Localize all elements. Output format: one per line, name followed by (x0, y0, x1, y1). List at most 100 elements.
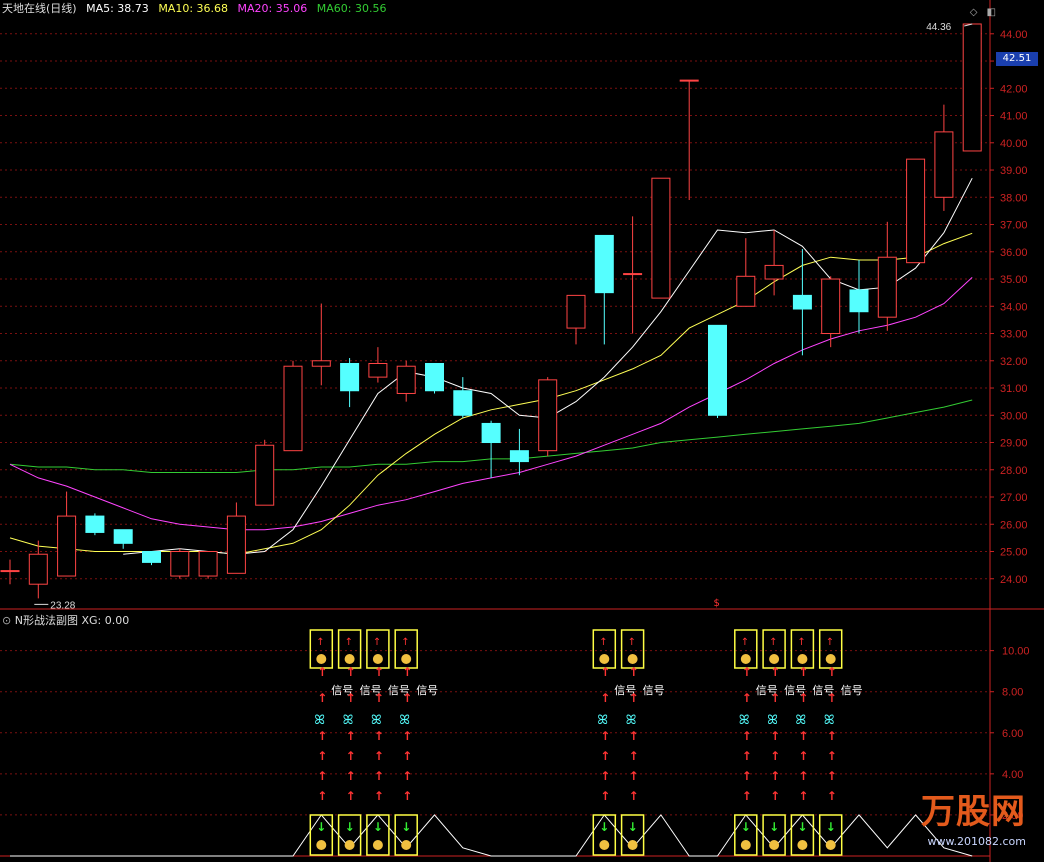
up-arrow-icon: ↑ (317, 789, 327, 803)
up-arrow-icon: ↑ (770, 769, 780, 783)
up-arrow-icon: ↑ (798, 769, 808, 783)
up-arrow-icon: ↑ (600, 729, 610, 743)
up-arrow-icon: ↑ (770, 729, 780, 743)
candle-body (396, 365, 416, 394)
up-arrow-icon: ↑ (629, 665, 639, 679)
money-bag-icon (372, 840, 383, 850)
candle-body (340, 362, 360, 392)
up-arrow-icon: ↑ (770, 749, 780, 763)
up-arrow-icon: ↑ (741, 637, 749, 648)
diamond-icon[interactable]: ◇ (970, 7, 978, 18)
down-arrow-icon: ↓ (373, 820, 383, 834)
up-arrow-icon: ↑ (629, 769, 639, 783)
candle-body (821, 278, 841, 335)
signal-column: ↑↑↑↑↑↑↑ꕤ信号↓ (394, 629, 438, 856)
candlestick (57, 491, 77, 577)
xg-value: XG: 0.00 (81, 614, 130, 627)
up-arrow-icon: ↑ (600, 749, 610, 763)
indicator-name: N形战法副图 (14, 614, 78, 627)
up-arrow-icon: ↑ (346, 749, 356, 763)
down-arrow-icon: ↓ (345, 820, 355, 834)
up-arrow-icon: ↑ (402, 691, 412, 705)
price-tick-label: 34.00 (1000, 301, 1028, 313)
chart-canvas[interactable]: ↑↑↑↑↑↑↑ꕤ信号↓↑↑↑↑↑↑↑ꕤ信号↓↑↑↑↑↑↑↑ꕤ信号↓↑↑↑↑↑↑↑… (0, 0, 1044, 862)
candle-body (708, 324, 727, 416)
candle-body (283, 365, 303, 452)
candlestick (849, 259, 869, 334)
candlestick (425, 362, 444, 394)
up-arrow-icon: ↑ (317, 691, 327, 705)
price-tick-label: 33.00 (1000, 329, 1028, 341)
up-arrow-icon: ↑ (742, 789, 752, 803)
candlestick (198, 551, 218, 579)
candlestick (255, 439, 275, 506)
money-bag-icon (769, 840, 780, 850)
up-arrow-icon: ↑ (317, 665, 327, 679)
candlestick (934, 104, 954, 211)
candlestick (28, 540, 48, 599)
candle-body (594, 234, 614, 294)
price-tick-label: 44.00 (1000, 29, 1028, 41)
candlestick (651, 177, 671, 299)
price-tick-label: 25.00 (1000, 547, 1028, 559)
up-arrow-icon: ↑ (629, 789, 639, 803)
ma10-value: MA10: 36.68 (158, 2, 229, 15)
up-arrow-icon: ↑ (374, 789, 384, 803)
up-arrow-icon: ↑ (374, 729, 384, 743)
money-bag-icon (401, 840, 412, 850)
up-arrow-icon: ↑ (798, 789, 808, 803)
up-arrow-icon: ↑ (798, 729, 808, 743)
signal-label: 信号 (841, 684, 863, 697)
candle-body (170, 551, 190, 577)
money-bag-icon (599, 654, 610, 664)
candlestick (142, 551, 161, 566)
candlestick (877, 221, 897, 331)
candlestick (226, 502, 246, 574)
up-arrow-icon: ↑ (600, 789, 610, 803)
butterfly-icon: ꕤ (343, 713, 354, 728)
candlestick (594, 234, 614, 345)
up-arrow-icon: ↑ (402, 769, 412, 783)
up-arrow-icon: ↑ (401, 637, 409, 648)
candle-body (113, 529, 133, 544)
signal-label: 信号 (643, 684, 665, 697)
stock-title: 天地在线(日线) (2, 2, 77, 15)
up-arrow-icon: ↑ (317, 729, 327, 743)
candlestick (170, 548, 190, 579)
money-bag-icon (316, 840, 327, 850)
candle-body (877, 256, 897, 318)
down-arrow-icon: ↓ (599, 820, 609, 834)
candle-body (142, 551, 161, 563)
candlestick (821, 276, 841, 348)
money-bag-icon (740, 840, 751, 850)
butterfly-icon: ꕤ (597, 713, 608, 728)
up-arrow-icon: ↑ (742, 749, 752, 763)
up-arrow-icon: ↑ (346, 691, 356, 705)
down-arrow-icon: ↓ (769, 820, 779, 834)
price-tick-label: 29.00 (1000, 438, 1028, 450)
candle-body (934, 131, 954, 198)
up-arrow-icon: ↑ (374, 749, 384, 763)
candlestick (113, 529, 133, 549)
maximize-icon[interactable]: ◧ (987, 7, 996, 18)
candle-body (453, 390, 473, 416)
up-arrow-icon: ↑ (629, 691, 639, 705)
money-bag-icon (599, 840, 610, 850)
candle-body (792, 294, 812, 310)
up-arrow-icon: ↑ (346, 729, 356, 743)
candlestick (283, 360, 303, 452)
up-arrow-icon: ↑ (770, 691, 780, 705)
price-tick-label: 28.00 (1000, 465, 1028, 477)
ma5-value: MA5: 38.73 (86, 2, 149, 15)
up-arrow-icon: ↑ (346, 769, 356, 783)
candle-body (481, 422, 501, 444)
up-arrow-icon: ↑ (827, 691, 837, 705)
collapse-icon[interactable]: ⊙ (2, 614, 11, 627)
price-tick-label: 26.00 (1000, 519, 1028, 531)
up-arrow-icon: ↑ (769, 637, 777, 648)
money-bag-icon (316, 654, 327, 664)
money-bag-icon (769, 654, 780, 664)
up-arrow-icon: ↑ (402, 749, 412, 763)
price-tick-label: 42.00 (1000, 83, 1028, 95)
up-arrow-icon: ↑ (826, 637, 834, 648)
